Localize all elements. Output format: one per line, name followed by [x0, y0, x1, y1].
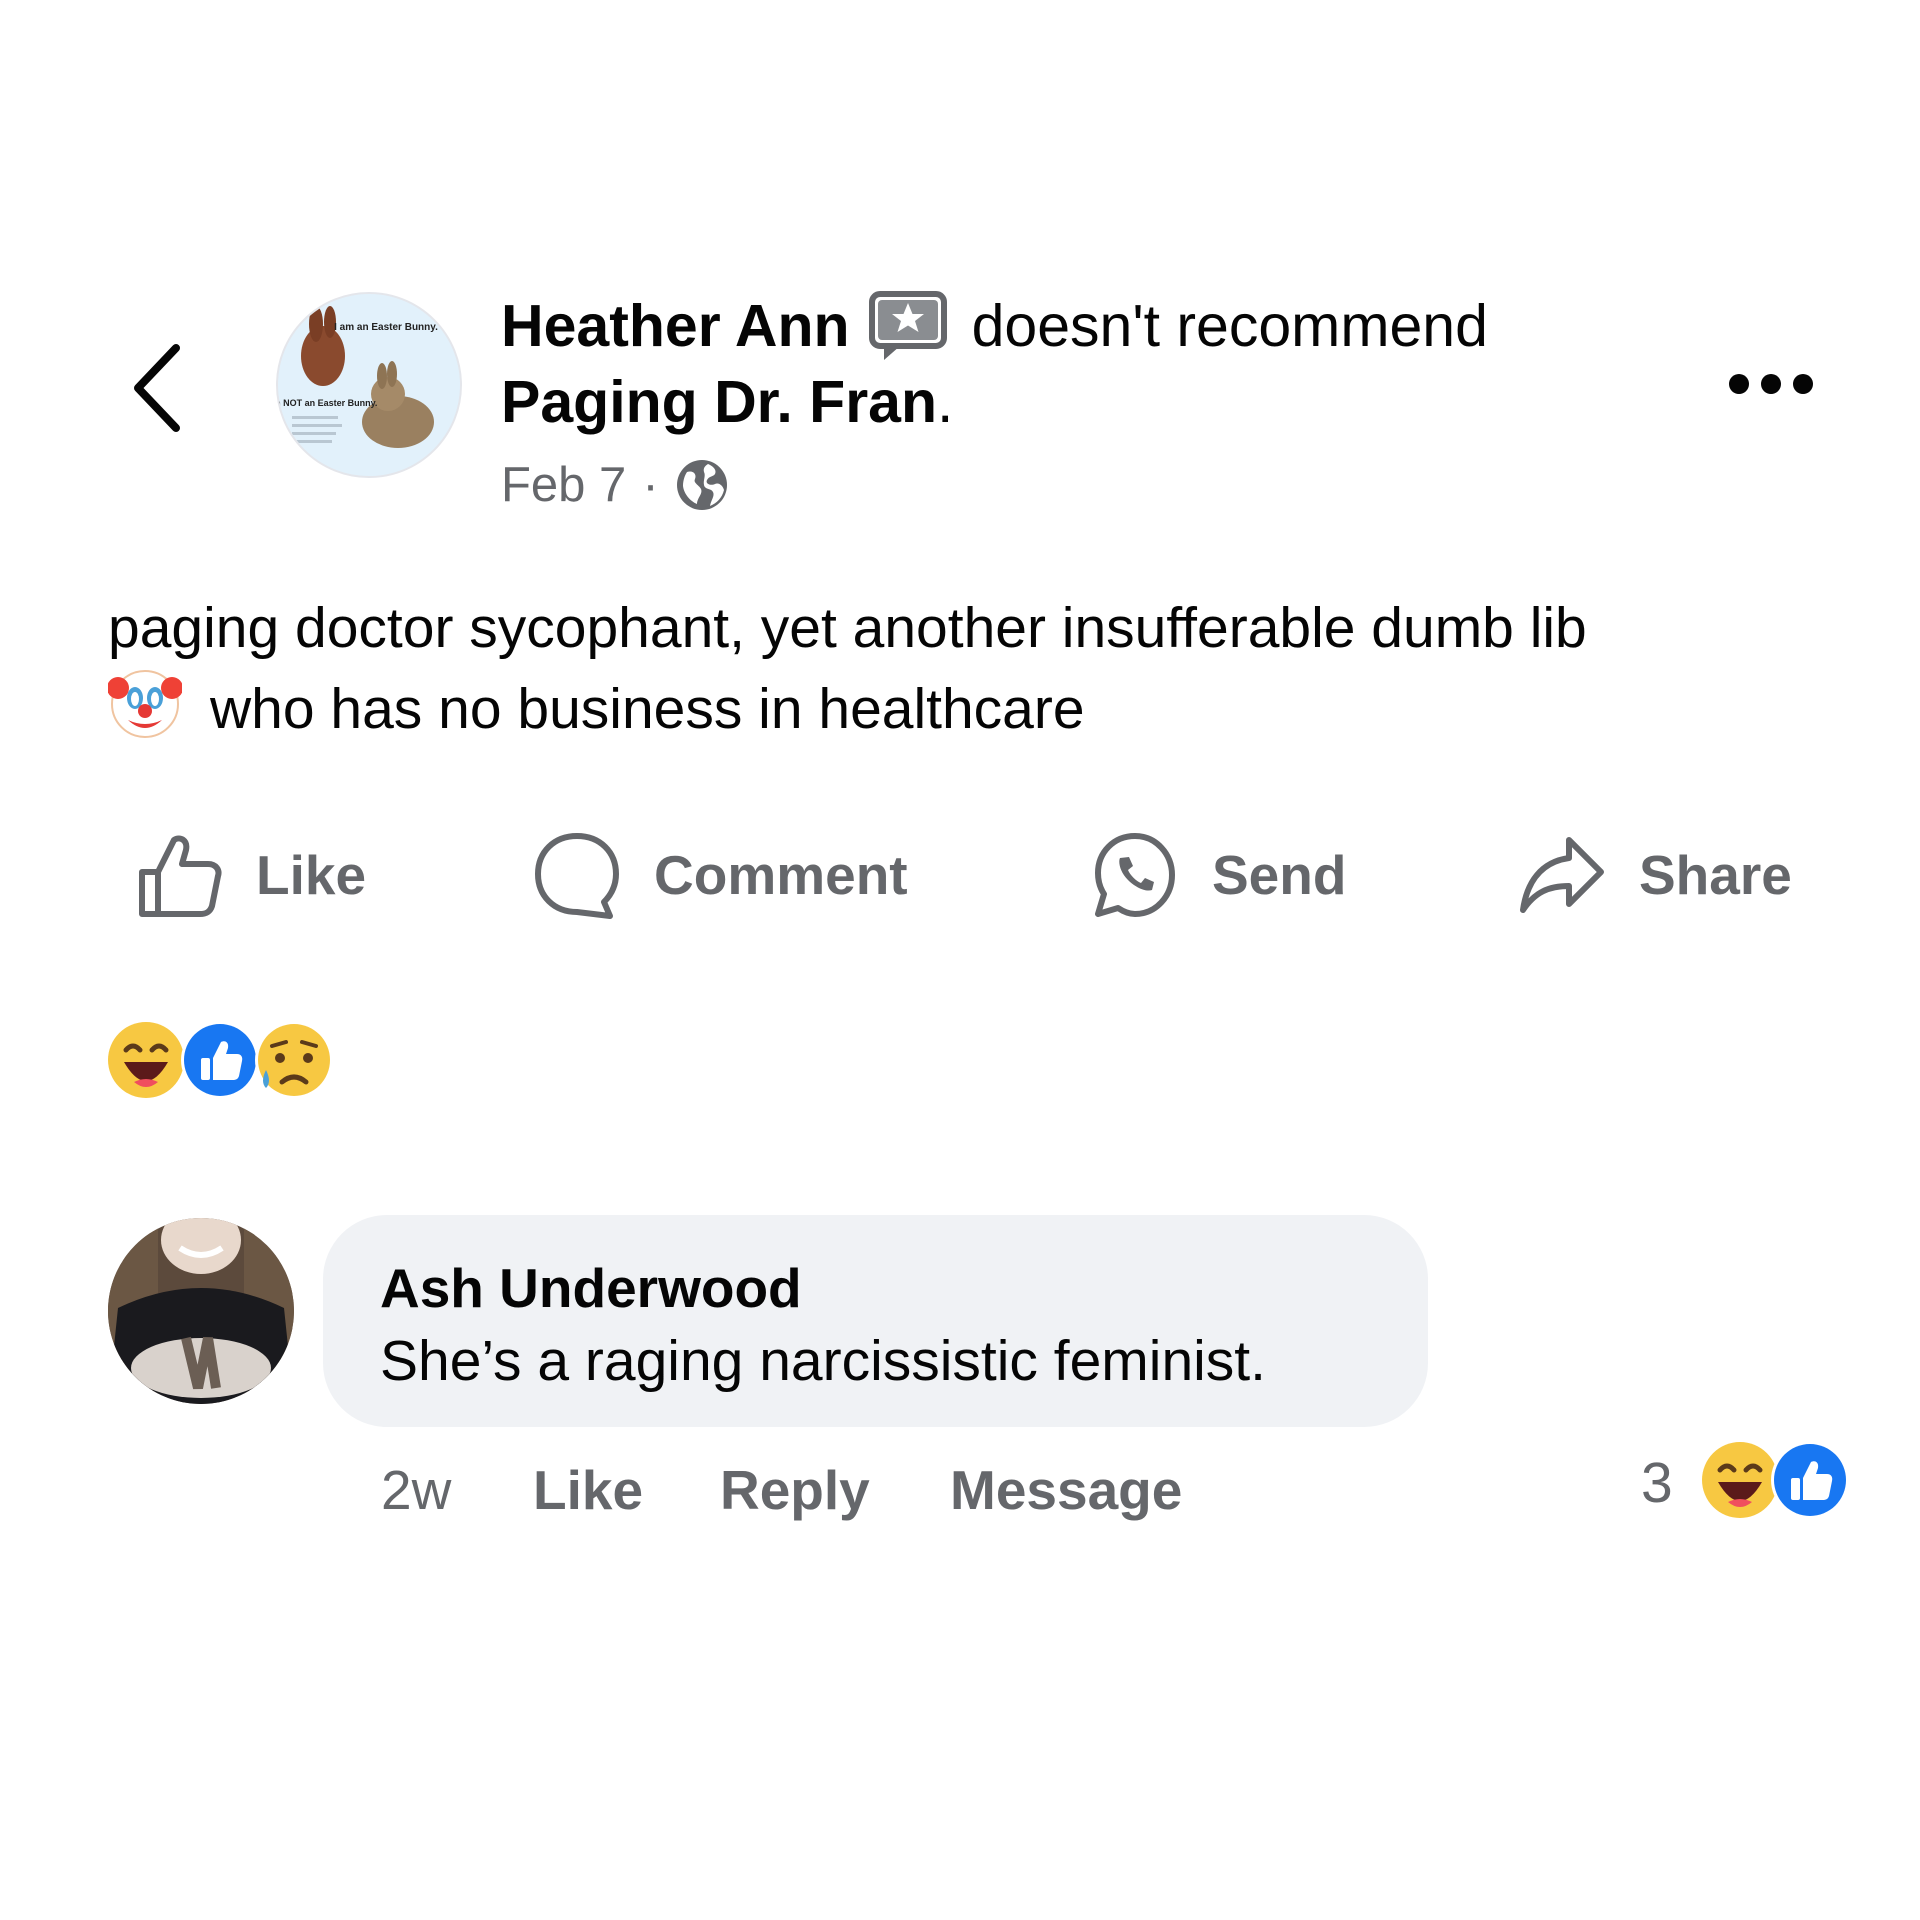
- clown-emoji-icon: [108, 670, 182, 738]
- comment-bubble-icon: [535, 833, 619, 919]
- send-button[interactable]: Send: [1088, 820, 1346, 930]
- send-label: Send: [1212, 844, 1347, 906]
- share-button[interactable]: Share: [1515, 820, 1792, 930]
- not-recommend-icon: [868, 291, 947, 360]
- comment-label: Comment: [654, 844, 908, 906]
- page-name-link[interactable]: Paging Dr. Fran: [501, 369, 937, 435]
- like-reaction-icon: [1771, 1441, 1849, 1519]
- author-avatar[interactable]: I am an Easter Bunny. I am NOT an Easter…: [276, 292, 462, 478]
- share-label: Share: [1639, 844, 1792, 906]
- comment-reaction-count[interactable]: 3: [1641, 1450, 1673, 1516]
- comment-bubble[interactable]: Ash Underwood She’s a raging narcissisti…: [323, 1215, 1428, 1427]
- post-body-line-1: paging doctor sycophant, yet another ins…: [108, 596, 1587, 660]
- post-header: Heather Ann doesn't recommend: [501, 290, 1488, 362]
- comment-message-button[interactable]: Message: [950, 1455, 1182, 1525]
- like-label: Like: [256, 844, 367, 906]
- commenter-avatar[interactable]: [108, 1218, 294, 1404]
- recommendation-text: doesn't recommend: [971, 293, 1488, 359]
- avatar-caption-bottom: I am NOT an Easter Bunny.: [278, 398, 377, 408]
- more-options-icon[interactable]: [1725, 362, 1817, 406]
- haha-reaction-icon: [1702, 1442, 1778, 1518]
- meta-separator: ·: [642, 458, 659, 512]
- comment-reactions[interactable]: [1700, 1440, 1850, 1520]
- comment-reply-button[interactable]: Reply: [720, 1455, 870, 1525]
- avatar-caption-top: I am an Easter Bunny.: [334, 322, 438, 333]
- like-button[interactable]: Like: [132, 820, 366, 930]
- like-reaction-icon: [181, 1021, 259, 1099]
- globe-icon: [676, 460, 727, 510]
- page-name-line: Paging Dr. Fran.: [501, 368, 953, 436]
- post-body: paging doctor sycophant, yet another ins…: [108, 590, 1828, 747]
- comment-text: She’s a raging narcissistic feminist.: [380, 1329, 1266, 1393]
- comment-like-button[interactable]: Like: [533, 1455, 643, 1525]
- haha-reaction-icon: [108, 1022, 184, 1098]
- comment-time[interactable]: 2w: [381, 1455, 451, 1525]
- post-meta: Feb 7 ·: [501, 455, 729, 515]
- thumbs-up-icon: [139, 835, 222, 917]
- sad-reaction-icon: [255, 1021, 333, 1099]
- post-body-line-2: who has no business in healthcare: [210, 677, 1085, 741]
- post-body-line-2-wrap: who has no business in healthcare: [108, 666, 1828, 747]
- whatsapp-icon: [1095, 833, 1175, 917]
- page-name-period: .: [937, 369, 954, 435]
- reactions-summary[interactable]: [106, 1020, 336, 1100]
- post-date[interactable]: Feb 7: [501, 457, 626, 513]
- comment-author[interactable]: Ash Underwood: [380, 1253, 1428, 1323]
- back-arrow-icon[interactable]: [128, 338, 188, 438]
- author-name[interactable]: Heather Ann: [501, 292, 850, 360]
- comment-button[interactable]: Comment: [530, 820, 908, 930]
- share-arrow-icon: [1520, 837, 1604, 913]
